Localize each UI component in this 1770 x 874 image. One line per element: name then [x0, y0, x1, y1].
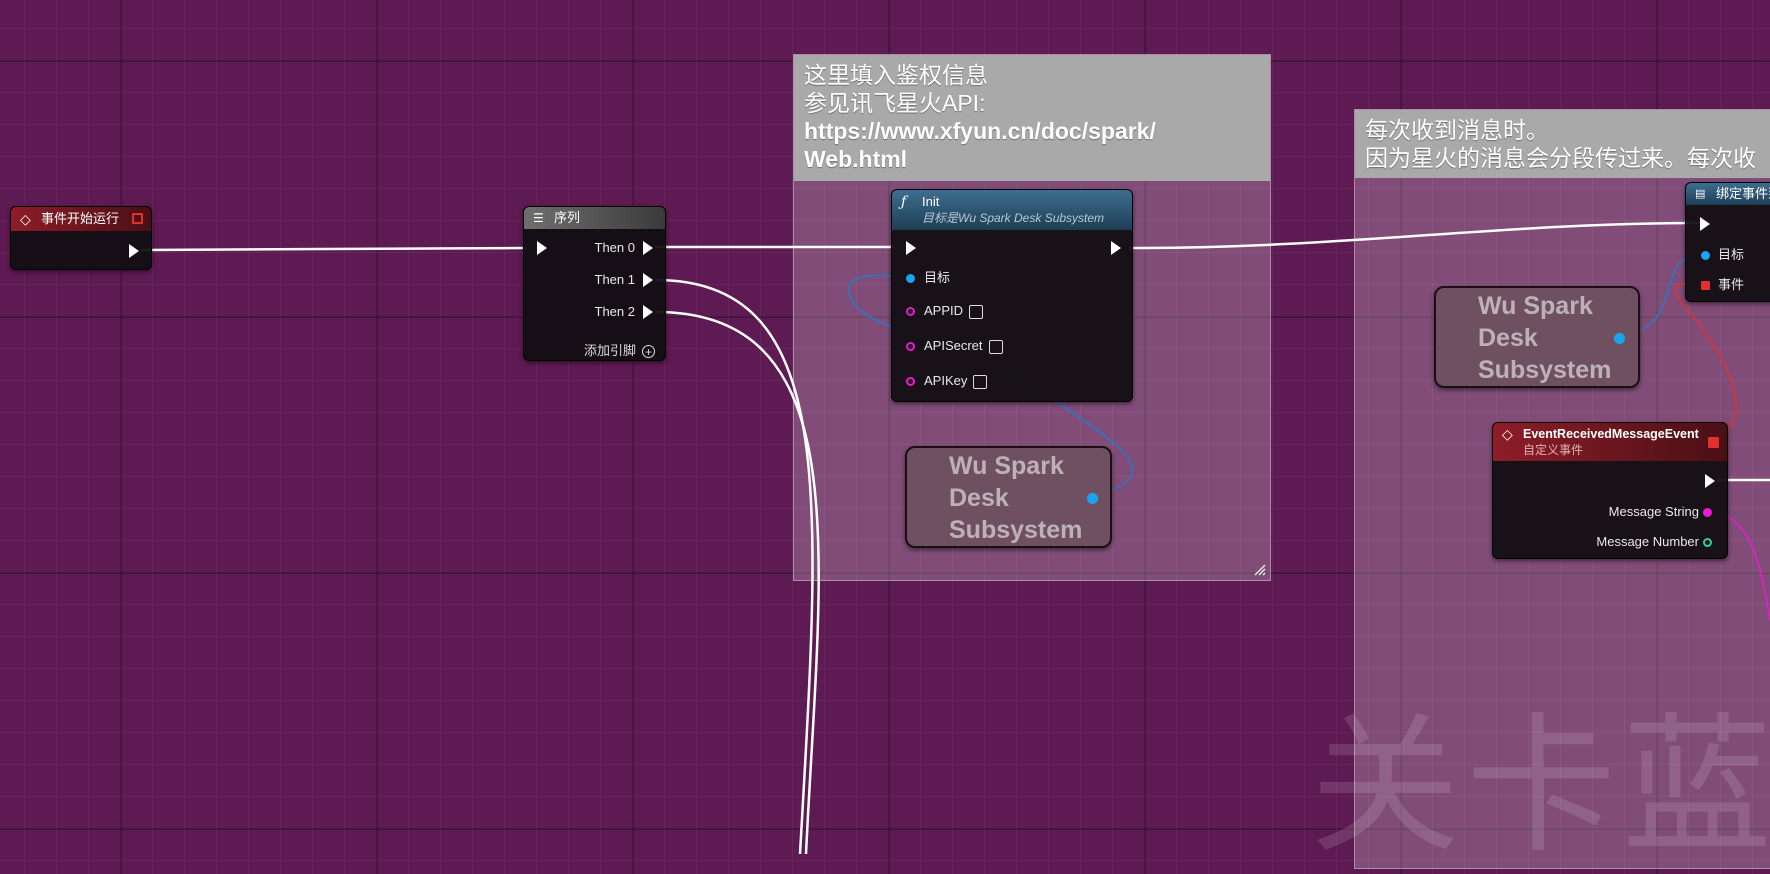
node-subtitle: 自定义事件: [1523, 443, 1584, 457]
add-pin-button[interactable]: 添加引脚 +: [584, 340, 655, 359]
exec-output-pin-then2[interactable]: [643, 305, 653, 319]
apikey-label: APIKey: [924, 373, 968, 388]
message-number-output-pin[interactable]: [1703, 538, 1712, 547]
var-name-line: Subsystem: [1478, 356, 1612, 384]
var-name-line: Wu Spark: [1478, 292, 1593, 320]
object-output-pin[interactable]: [1614, 333, 1625, 344]
target-input-pin[interactable]: [906, 274, 915, 283]
apikey-text-input[interactable]: [973, 374, 988, 389]
object-output-pin[interactable]: [1087, 493, 1098, 504]
sequence-then0-label: Then 0: [594, 240, 635, 255]
delegate-output-pin[interactable]: [132, 213, 143, 224]
comment-title-auth[interactable]: 这里填入鉴权信息 参见讯飞星火API: https://www.xfyun.cn…: [794, 55, 1270, 181]
node-header: ƒ Init 目标是Wu Spark Desk Subsystem: [892, 190, 1132, 230]
sequence-then1-label: Then 1: [594, 272, 635, 287]
comment-text-line: 参见讯飞星火API:: [804, 90, 986, 116]
node-title: EventReceivedMessageEvent: [1523, 427, 1699, 441]
apisecret-label: APISecret: [924, 338, 983, 353]
node-title: 序列: [554, 210, 581, 225]
appid-input-pin[interactable]: [906, 307, 915, 316]
init-function-node[interactable]: ƒ Init 目标是Wu Spark Desk Subsystem 目标 APP…: [891, 189, 1133, 402]
appid-text-input[interactable]: [969, 304, 984, 319]
exec-input-pin[interactable]: [906, 241, 916, 255]
exec-output-pin-then1[interactable]: [643, 273, 653, 287]
target-input-pin[interactable]: [1701, 251, 1710, 260]
event-delegate-input-pin[interactable]: [1701, 281, 1710, 290]
exec-wire-begin-to-sequence: [140, 246, 527, 252]
apikey-input-pin[interactable]: [906, 377, 915, 386]
message-number-label: Message Number: [1596, 534, 1699, 549]
exec-input-pin[interactable]: [1700, 217, 1710, 231]
exec-output-pin[interactable]: [129, 244, 139, 258]
wu-spark-desk-subsystem-getter-node[interactable]: Wu Spark Desk Subsystem: [1434, 286, 1640, 388]
bind-event-icon: ▤: [1695, 188, 1706, 200]
sequence-icon: ☰: [533, 211, 544, 225]
sequence-node[interactable]: ☰ 序列 Then 0 Then 1 Then 2 添加引脚 +: [523, 206, 666, 361]
exec-output-pin-then0[interactable]: [643, 241, 653, 255]
event-diamond-icon: ◇: [20, 211, 31, 227]
wu-spark-desk-subsystem-getter-node[interactable]: Wu Spark Desk Subsystem: [905, 446, 1112, 548]
exec-output-pin[interactable]: [1111, 241, 1121, 255]
apisecret-text-input[interactable]: [988, 339, 1003, 354]
comment-text-line: 每次收到消息时。: [1365, 117, 1549, 143]
exec-output-pin[interactable]: [1705, 474, 1715, 488]
node-header: ▤ 绑定事件到: [1686, 183, 1770, 205]
comment-text-line: 因为星火的消息会分段传过来。每次收: [1365, 145, 1756, 171]
apisecret-row: APISecret: [924, 338, 1003, 354]
event-diamond-icon: ◇: [1502, 426, 1513, 442]
node-subtitle: 目标是Wu Spark Desk Subsystem: [922, 211, 1105, 225]
blueprint-graph-canvas[interactable]: 关卡蓝图 这里填入鉴权信息 参见讯飞星火API: https://www.xfy…: [0, 0, 1770, 869]
function-icon: ƒ: [901, 194, 907, 210]
add-circle-icon: +: [642, 345, 655, 359]
event-begin-play-node[interactable]: ◇ 事件开始运行: [10, 206, 152, 270]
node-header: ◇ 事件开始运行: [11, 207, 151, 231]
appid-row: APPID: [924, 303, 984, 319]
delegate-output-pin[interactable]: [1708, 437, 1719, 448]
target-pin-label: 目标: [924, 270, 951, 285]
node-title: Init: [922, 194, 940, 209]
resize-handle-icon[interactable]: [1254, 564, 1266, 576]
event-pin-label: 事件: [1718, 277, 1745, 292]
message-string-output-pin[interactable]: [1703, 508, 1712, 517]
apikey-row: APIKey: [924, 373, 988, 389]
var-name-line: Subsystem: [949, 516, 1083, 544]
exec-wire-then1-down: [654, 278, 814, 854]
comment-text-line: 这里填入鉴权信息: [804, 62, 988, 88]
comment-text-line: https://www.xfyun.cn/doc/spark/: [804, 118, 1156, 144]
comment-text-line: Web.html: [804, 146, 908, 172]
node-title: 绑定事件到: [1716, 186, 1770, 201]
var-name-line: Wu Spark: [949, 452, 1064, 480]
message-string-label: Message String: [1608, 504, 1699, 519]
var-name-line: Desk: [949, 484, 1009, 512]
sequence-then2-label: Then 2: [594, 304, 635, 319]
node-title: 事件开始运行: [41, 211, 120, 226]
node-header: ◇ EventReceivedMessageEvent 自定义事件: [1493, 423, 1727, 461]
target-pin-label: 目标: [1718, 247, 1745, 262]
node-header: ☰ 序列: [524, 207, 665, 229]
bind-event-node[interactable]: ▤ 绑定事件到 目标 事件: [1685, 182, 1770, 302]
apisecret-input-pin[interactable]: [906, 342, 915, 351]
appid-label: APPID: [924, 303, 964, 318]
exec-input-pin[interactable]: [537, 241, 547, 255]
add-pin-label: 添加引脚: [583, 343, 636, 358]
custom-event-node[interactable]: ◇ EventReceivedMessageEvent 自定义事件 Messag…: [1492, 422, 1728, 559]
comment-title-message[interactable]: 每次收到消息时。 因为星火的消息会分段传过来。每次收: [1355, 110, 1770, 178]
